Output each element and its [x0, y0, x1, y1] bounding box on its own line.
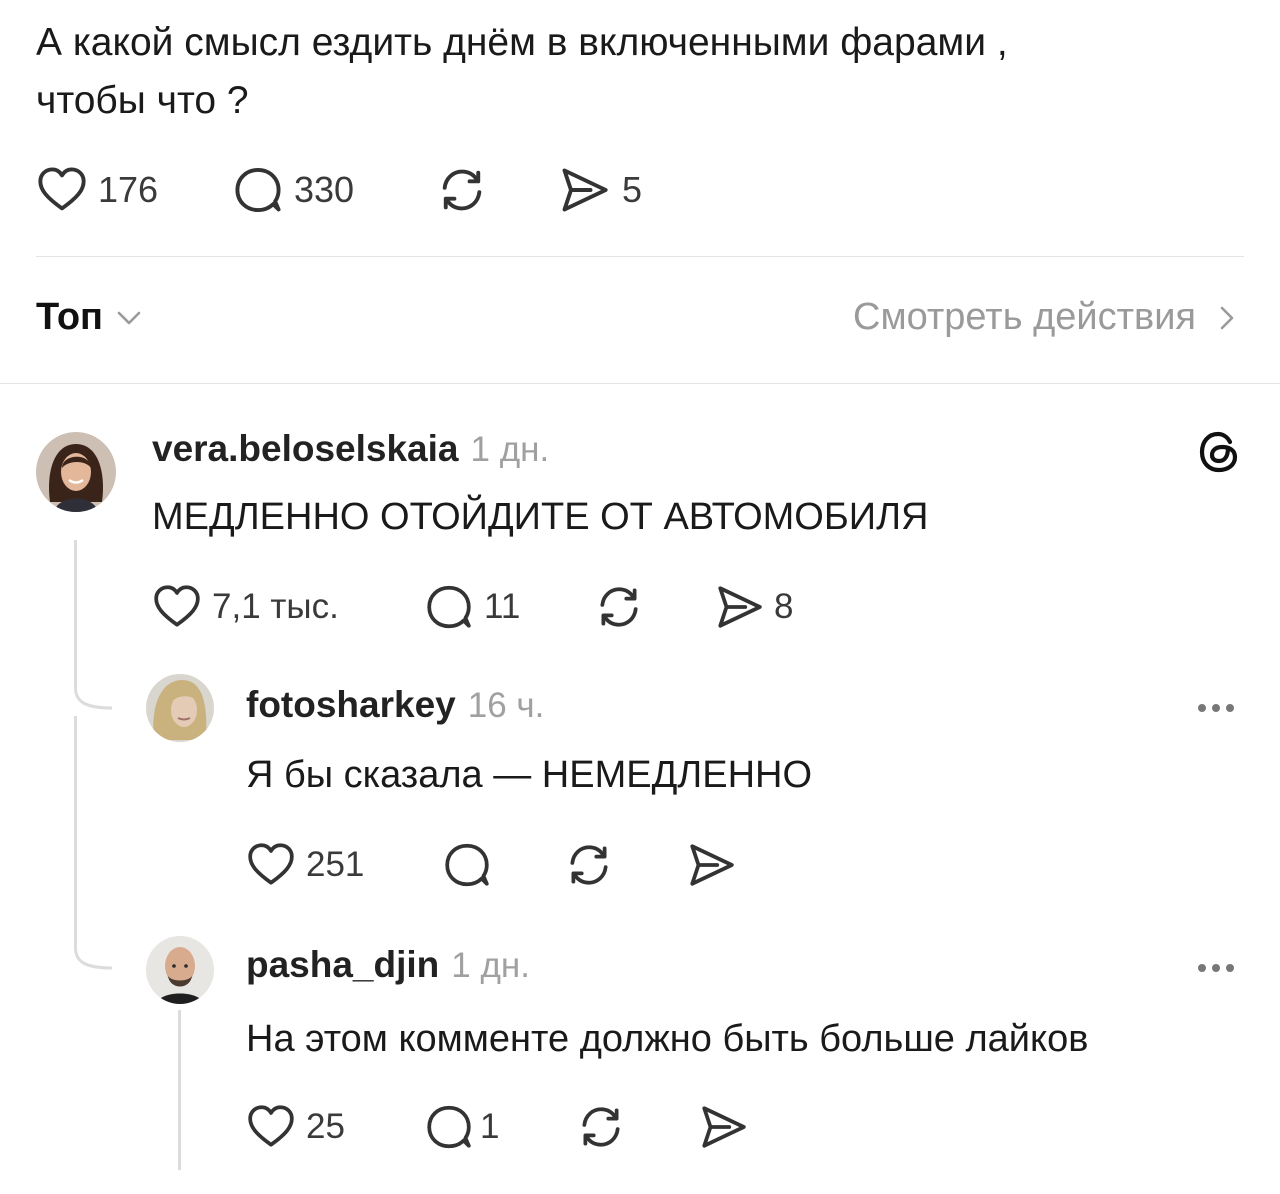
avatar-image: [36, 432, 116, 512]
post-text: А какой смысл ездить днём в включенными …: [36, 14, 1236, 130]
post-like-button[interactable]: 176: [36, 164, 158, 216]
comment-username[interactable]: vera.beloselskaia: [152, 428, 459, 470]
comment-bubble-icon: [442, 840, 492, 890]
comment-like-button[interactable]: 25: [246, 1102, 345, 1152]
more-dots-icon[interactable]: [1198, 964, 1234, 972]
comment-repost-button[interactable]: [594, 582, 644, 632]
post-share-count: 5: [622, 169, 643, 210]
comment-like-button[interactable]: 7,1 тыс.: [152, 582, 339, 632]
thread-line: [74, 540, 77, 680]
comment-header: fotosharkey 16 ч.: [246, 684, 544, 726]
comment-reply-button[interactable]: 1: [424, 1102, 499, 1152]
comment-repost-button[interactable]: [576, 1102, 626, 1152]
avatar[interactable]: [146, 674, 214, 742]
chevron-right-icon: [1220, 306, 1234, 329]
comment-reply-button[interactable]: [442, 840, 492, 890]
avatar[interactable]: [36, 432, 116, 512]
repost-icon: [564, 840, 614, 890]
thread-line: [74, 716, 77, 940]
comment-share-count: 8: [774, 587, 794, 626]
avatar[interactable]: [146, 936, 214, 1004]
comment-text: Я бы сказала — НЕМЕДЛЕННО: [246, 754, 813, 796]
comment-username[interactable]: fotosharkey: [246, 684, 456, 726]
post-divider: [36, 256, 1244, 257]
repost-icon: [576, 1102, 626, 1152]
repost-icon: [594, 582, 644, 632]
post-text-line-2: чтобы что ?: [36, 79, 249, 122]
comment-share-button[interactable]: 8: [714, 582, 793, 632]
avatar-image: [146, 674, 214, 742]
comment-bubble-icon: [232, 164, 284, 216]
comment-header: vera.beloselskaia 1 дн.: [152, 428, 549, 470]
post-like-count: 176: [98, 169, 159, 210]
heart-icon: [152, 582, 202, 632]
comment-like-count: 25: [306, 1107, 345, 1146]
comment-reply-button[interactable]: 11: [424, 582, 520, 632]
post-reply-count: 330: [294, 169, 355, 210]
heart-icon: [36, 164, 88, 216]
comment-username[interactable]: pasha_djin: [246, 944, 439, 986]
heart-icon: [246, 1102, 296, 1152]
sort-dropdown[interactable]: Топ: [36, 296, 147, 339]
comment-header: pasha_djin 1 дн.: [246, 944, 530, 986]
thread-line: [178, 1010, 181, 1170]
comment-time: 16 ч.: [467, 686, 545, 725]
comment-bubble-icon: [424, 582, 474, 632]
send-icon: [714, 582, 764, 632]
more-dots-icon[interactable]: [1198, 704, 1234, 712]
comment-repost-button[interactable]: [564, 840, 614, 890]
comment-bubble-icon: [424, 1102, 474, 1152]
repost-icon: [436, 164, 488, 216]
post-repost-button[interactable]: [436, 164, 488, 216]
sort-label: Топ: [36, 296, 103, 338]
thread-curve: [74, 668, 113, 710]
comment-text: МЕДЛЕННО ОТОЙДИТЕ ОТ АВТОМОБИЛЯ: [152, 496, 929, 538]
post-reply-button[interactable]: 330: [232, 164, 354, 216]
comment-time: 1 дн.: [470, 430, 550, 469]
send-icon: [558, 164, 610, 216]
send-icon: [698, 1102, 748, 1152]
heart-icon: [246, 840, 296, 890]
chevron-down-icon: [117, 311, 141, 324]
comment-share-button[interactable]: [698, 1102, 748, 1152]
comment-text: На этом комменте должно быть больше лайк…: [246, 1018, 1089, 1060]
view-activity-label: Смотреть действия: [853, 296, 1196, 338]
post-text-line-1: А какой смысл ездить днём в включенными …: [36, 21, 1008, 64]
comment-reply-count: 1: [480, 1107, 500, 1146]
comment-like-button[interactable]: 251: [246, 840, 364, 890]
comment-share-button[interactable]: [686, 840, 736, 890]
section-divider: [0, 383, 1280, 384]
thread-curve: [74, 928, 113, 970]
view-activity-link[interactable]: Смотреть действия: [853, 296, 1242, 339]
avatar-image: [146, 936, 214, 1004]
comment-like-count: 7,1 тыс.: [212, 587, 339, 626]
threads-logo-icon[interactable]: [1196, 428, 1244, 476]
comment-reply-count: 11: [484, 587, 521, 626]
post-share-button[interactable]: 5: [558, 164, 642, 216]
send-icon: [686, 840, 736, 890]
comment-like-count: 251: [306, 845, 365, 884]
comment-time: 1 дн.: [451, 946, 530, 985]
